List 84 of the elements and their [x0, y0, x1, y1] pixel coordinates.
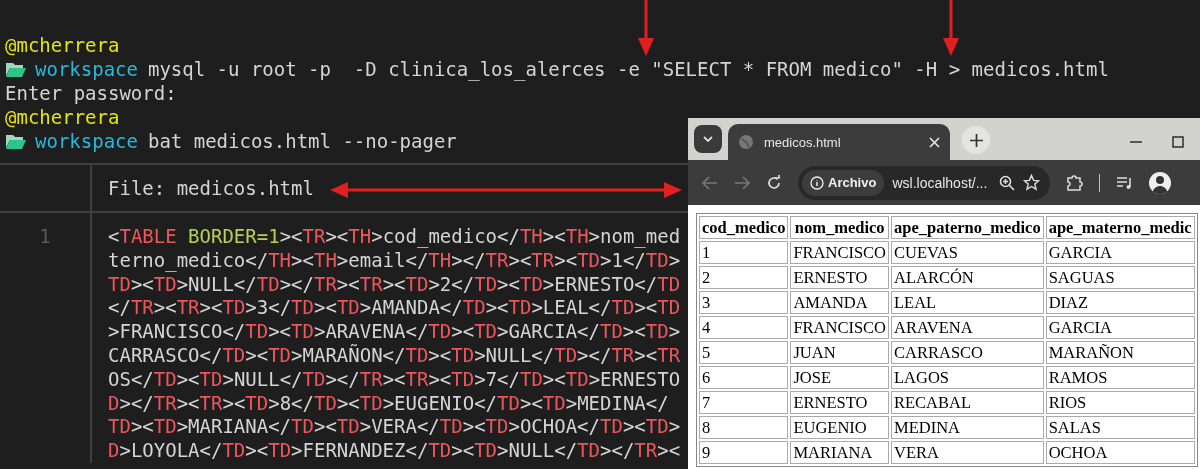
- table-cell: GARCIA: [1045, 241, 1195, 264]
- code-line: OS</TD><TD>NULL</TD></TR><TR><TD>7</TD><TD>ERNESTO: [108, 367, 681, 392]
- table-cell: 8: [699, 416, 789, 439]
- table-cell: CUEVAS: [891, 241, 1044, 264]
- down-arrow: [637, 0, 655, 56]
- code-line: </TR><TR><TD>3</TD><TD>AMANDA</TD><TD>LEAL</TD><TD: [108, 296, 681, 321]
- info-icon: [810, 175, 824, 190]
- column-header: ape_paterno_medico: [891, 216, 1044, 239]
- folder-icon: [5, 60, 27, 78]
- table-cell: EUGENIO: [790, 416, 890, 439]
- command-text: bat medicos.html --no-pager: [147, 130, 457, 152]
- table-cell: MARIANA: [790, 441, 890, 464]
- table-cell: ARAVENA: [891, 316, 1044, 339]
- table-cell: ERNESTO: [790, 391, 890, 414]
- table-cell: 7: [699, 391, 789, 414]
- table-cell: RIOS: [1045, 391, 1195, 414]
- table-cell: 9: [699, 441, 789, 464]
- table-cell: CARRASCO: [891, 341, 1044, 364]
- zoom-icon[interactable]: [999, 174, 1015, 191]
- table-cell: MEDINA: [891, 416, 1044, 439]
- browser-tab[interactable]: medicos.html: [728, 124, 950, 160]
- code-line: terno_medico</TH><TH>email</TH></TR><TR><TD>1</TD>: [108, 248, 681, 273]
- table-cell: 6: [699, 366, 789, 389]
- table-cell: SAGUAS: [1045, 266, 1195, 289]
- table-cell: JUAN: [790, 341, 890, 364]
- new-tab-button[interactable]: [962, 126, 990, 154]
- table-cell: FRANCISCO: [790, 241, 890, 264]
- table-cell: RAMOS: [1045, 366, 1195, 389]
- folder-icon: [5, 132, 27, 150]
- code-line: CARRASCO</TD><TD>MARAÑON</TD><TD>NULL</TD></TR><TR: [108, 344, 681, 368]
- table-cell: 2: [699, 266, 789, 289]
- back-icon[interactable]: [702, 175, 718, 190]
- table-cell: FRANCISCO: [790, 316, 890, 339]
- file-header: File: medicos.html: [108, 177, 314, 199]
- address-bar[interactable]: Archivo wsl.localhost/...: [798, 165, 1050, 200]
- site-info-chip[interactable]: Archivo: [802, 169, 885, 196]
- plus-icon: [969, 133, 983, 147]
- extensions-icon[interactable]: [1066, 174, 1083, 191]
- table-cell: AMANDA: [790, 291, 890, 314]
- code-line: D>LOYOLA</TD><TD>FERNANDEZ</TD><TD>NULL</TD></TR><: [108, 439, 681, 463]
- down-arrow: [942, 0, 960, 56]
- column-header: nom_medico: [790, 216, 890, 239]
- tab-list-button[interactable]: [694, 125, 722, 153]
- table-cell: RECABAL: [891, 391, 1044, 414]
- code-line: D></TR><TR><TD>8</TD><TD>EUGENIO</TD><TD>MEDINA</: [108, 391, 669, 416]
- reload-icon[interactable]: [766, 174, 782, 191]
- maximize-icon[interactable]: [1172, 136, 1184, 148]
- output-text: Enter password:: [5, 82, 177, 104]
- table-cell: 1: [699, 241, 789, 264]
- column-header: cod_medico: [699, 216, 789, 239]
- code-line: <TABLE BORDER=1><TR><TH>cod_medico</TH><TH>nom_med: [108, 225, 681, 249]
- table-cell: SALAS: [1045, 416, 1195, 439]
- table-cell: ERNESTO: [790, 266, 890, 289]
- code-line: TD><TD>NULL</TD></TR><TR><TD>2</TD><TD>ERNESTO</TD: [108, 272, 681, 297]
- tab-title: medicos.html: [764, 134, 842, 150]
- media-icon[interactable]: [1116, 175, 1133, 190]
- column-header: ape_materno_medic: [1045, 216, 1195, 239]
- table-cell: OCHOA: [1045, 441, 1195, 464]
- code-line: >FRANCISCO</TD><TD>ARAVENA</TD><TD>GARCIA</TD><TD>: [108, 320, 681, 344]
- line-number: 1: [39, 225, 51, 249]
- url-text: wsl.localhost/...: [892, 174, 989, 191]
- table-cell: LAGOS: [891, 366, 1044, 389]
- globe-icon: [738, 134, 754, 150]
- prompt-user: @mcherrera: [5, 34, 120, 56]
- close-tab-icon[interactable]: [929, 136, 940, 148]
- table-cell: 5: [699, 341, 789, 364]
- code-line: TD><TD>MARIANA</TD><TD>VERA</TD><TD>OCHOA</TD><TD>: [108, 415, 681, 440]
- prompt-directory: workspace: [35, 130, 138, 152]
- table-cell: JOSE: [790, 366, 890, 389]
- command-text: mysql -u root -p -D clinica_los_alerces -e "SELECT * FROM medico" -H > medicos.html: [147, 58, 1109, 80]
- table-cell: VERA: [891, 441, 1044, 464]
- table-cell: 4: [699, 316, 789, 339]
- table-cell: GARCIA: [1045, 316, 1195, 339]
- star-icon[interactable]: [1023, 174, 1040, 191]
- table-cell: LEAL: [891, 291, 1044, 314]
- prompt-directory: workspace: [35, 58, 138, 80]
- table-cell: MARAÑON: [1045, 341, 1195, 364]
- avatar[interactable]: [1149, 171, 1171, 194]
- prompt-user: @mcherrera: [5, 106, 120, 128]
- forward-icon[interactable]: [734, 175, 750, 190]
- table-cell: ALARCÓN: [891, 266, 1044, 289]
- chevron-down-icon: [703, 136, 713, 142]
- table-cell: 3: [699, 291, 789, 314]
- table-cell: DIAZ: [1045, 291, 1195, 314]
